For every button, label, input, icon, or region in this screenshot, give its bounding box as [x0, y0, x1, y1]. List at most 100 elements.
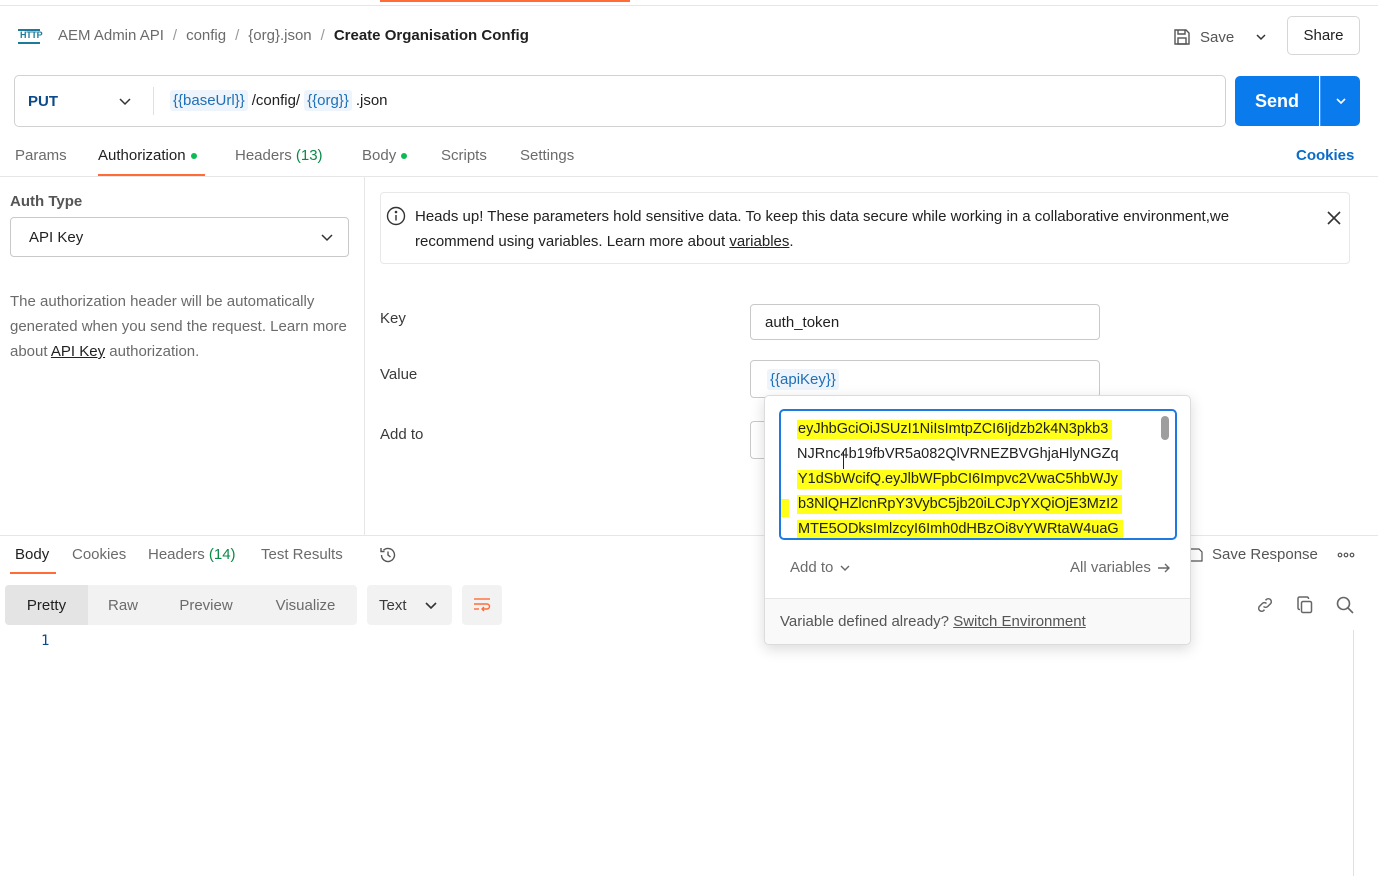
tab-authorization[interactable]: Authorization: [98, 147, 197, 164]
view-pretty[interactable]: Pretty: [5, 585, 88, 625]
divider: [765, 598, 1190, 599]
add-to-dropdown[interactable]: Add to: [790, 559, 851, 576]
breadcrumb-separator: /: [320, 27, 325, 44]
all-variables-label: All variables: [1070, 559, 1151, 576]
view-raw[interactable]: Raw: [88, 585, 158, 625]
token-line: b3NlQHZlcnRpY3VybC5jb20iLCJpYXQiOjE3MzI2: [797, 495, 1123, 520]
view-preview[interactable]: Preview: [158, 585, 254, 625]
breadcrumb-item-folder[interactable]: config: [186, 27, 226, 44]
cookies-link[interactable]: Cookies: [1296, 147, 1354, 164]
save-response-label: Save Response: [1212, 546, 1318, 563]
token-line-text: b3NlQHZlcnRpY3VybC5jb20iLCJpYXQiOjE3MzI2: [797, 495, 1123, 514]
tab-headers[interactable]: Headers (13): [235, 147, 323, 164]
wrap-lines-button[interactable]: [462, 585, 502, 625]
save-button[interactable]: Save: [1172, 24, 1234, 50]
banner-message: Heads up! These parameters hold sensitiv…: [415, 208, 1230, 250]
save-icon: [1174, 29, 1190, 45]
scrollbar-thumb[interactable]: [1161, 416, 1169, 440]
line-number: 1: [41, 633, 50, 649]
save-label: Save: [1200, 28, 1235, 46]
response-headers-count: (14): [208, 546, 236, 563]
token-line-text: MTE5ODksImlzcyI6Imh0dHBzOi8vYWRtaW4uaG: [797, 520, 1123, 538]
response-tab-test-results[interactable]: Test Results: [261, 546, 343, 563]
chevron-down-icon: [1256, 34, 1266, 41]
token-line-text: Y1dSbWcifQ.eyJlbWFpbCI6Impvc2VwaC5hbWJy: [797, 470, 1122, 489]
token-line: MTE5ODksImlzcyI6Imh0dHBzOi8vYWRtaW4uaG: [797, 520, 1123, 538]
chevron-down-icon: [1335, 98, 1346, 105]
share-button[interactable]: Share: [1287, 16, 1360, 55]
switch-environment-link[interactable]: Switch Environment: [953, 613, 1086, 630]
scrollbar-track[interactable]: [1353, 630, 1354, 876]
api-key-link[interactable]: API Key: [51, 343, 105, 360]
popover-footer-text: Variable defined already? Switch Environ…: [780, 613, 1086, 630]
url-input[interactable]: {{baseUrl}} /config/ {{org}} .json: [170, 90, 392, 111]
chevron-down-icon: [840, 565, 850, 571]
close-icon[interactable]: [1324, 208, 1344, 228]
page-title[interactable]: Create Organisation Config: [334, 27, 529, 44]
auth-description: The authorization header will be automat…: [10, 289, 350, 364]
value-variable-apikey[interactable]: {{apiKey}}: [767, 368, 839, 390]
highlighter-stroke: [781, 499, 789, 517]
response-tab-cookies[interactable]: Cookies: [72, 546, 126, 563]
chevron-down-icon: [425, 602, 437, 610]
tab-scripts[interactable]: Scripts: [441, 147, 487, 164]
send-button[interactable]: Send: [1235, 76, 1319, 126]
chevron-down-icon[interactable]: [116, 92, 134, 110]
url-path-segment: /config/: [251, 92, 301, 109]
tab-params[interactable]: Params: [15, 147, 67, 164]
link-icon[interactable]: [1255, 595, 1275, 615]
divider: [0, 5, 1378, 6]
view-visualize[interactable]: Visualize: [254, 585, 357, 625]
url-variable-org[interactable]: {{org}}: [304, 90, 352, 111]
panel-divider[interactable]: [364, 177, 365, 535]
key-input[interactable]: auth_token: [750, 304, 1100, 340]
search-icon[interactable]: [1335, 595, 1355, 615]
breadcrumb-separator: /: [235, 27, 240, 44]
tab-body[interactable]: Body: [362, 147, 408, 164]
active-tab-indicator: [380, 0, 630, 2]
key-label: Key: [380, 310, 406, 327]
variable-value-textarea[interactable]: eyJhbGciOiJSUzI1NiIsImtpZCI6Ijdzb2k4N3pk…: [779, 409, 1177, 540]
token-line-text: NJRnc4b19fbVR5a082QlVRNEZBVGhjaHlyNGZq: [797, 446, 1119, 462]
breadcrumb-separator: /: [172, 27, 178, 44]
arrow-right-icon: [1157, 563, 1170, 572]
response-tab-headers[interactable]: Headers (14): [148, 546, 236, 563]
auth-description-end: authorization.: [105, 343, 200, 360]
response-tab-body[interactable]: Body: [15, 546, 49, 563]
variables-link[interactable]: variables: [729, 233, 789, 250]
send-options-button[interactable]: [1320, 76, 1360, 126]
http-request-icon: HTTP: [18, 27, 43, 45]
headers-count: (13): [295, 147, 323, 164]
divider: [153, 87, 154, 115]
auth-type-select[interactable]: API Key: [10, 217, 349, 257]
all-variables-link[interactable]: All variables: [1070, 559, 1171, 576]
more-options-icon[interactable]: [1336, 546, 1356, 564]
breadcrumb-item-subfolder[interactable]: {org}.json: [248, 27, 311, 44]
status-dot: [401, 153, 408, 160]
save-options-button[interactable]: [1246, 24, 1276, 50]
token-line: eyJhbGciOiJSUzI1NiIsImtpZCI6Ijdzb2k4N3pk…: [797, 420, 1113, 445]
save-response-button[interactable]: Save Response: [1188, 546, 1318, 563]
token-line: Y1dSbWcifQ.eyJlbWFpbCI6Impvc2VwaC5hbWJy: [797, 470, 1122, 495]
auth-type-label: Auth Type: [10, 193, 83, 210]
chevron-down-icon: [321, 234, 333, 242]
token-line: NJRnc4b19fbVR5a082QlVRNEZBVGhjaHlyNGZq: [797, 446, 1119, 470]
tab-settings[interactable]: Settings: [520, 147, 574, 164]
url-path-segment: .json: [355, 92, 388, 109]
value-input[interactable]: {{apiKey}}: [750, 360, 1100, 398]
value-label: Value: [380, 366, 418, 383]
url-variable-baseurl[interactable]: {{baseUrl}}: [170, 90, 248, 111]
copy-icon[interactable]: [1295, 595, 1315, 615]
breadcrumb-item-collection[interactable]: AEM Admin API: [58, 27, 164, 44]
active-tab-underline: [10, 572, 56, 574]
add-to-label: Add to: [790, 559, 834, 576]
tab-authorization-label: Authorization: [98, 147, 186, 164]
divider: [0, 176, 1378, 177]
token-line-text: eyJhbGciOiJSUzI1NiIsImtpZCI6Ijdzb2k4N3pk…: [797, 420, 1113, 439]
history-icon[interactable]: [378, 545, 398, 565]
info-icon: [386, 206, 406, 226]
status-dot: [190, 153, 197, 160]
breadcrumb: AEM Admin API / config / {org}.json / Cr…: [58, 27, 529, 44]
response-tab-headers-label: Headers: [148, 546, 205, 563]
tab-body-label: Body: [362, 147, 397, 164]
